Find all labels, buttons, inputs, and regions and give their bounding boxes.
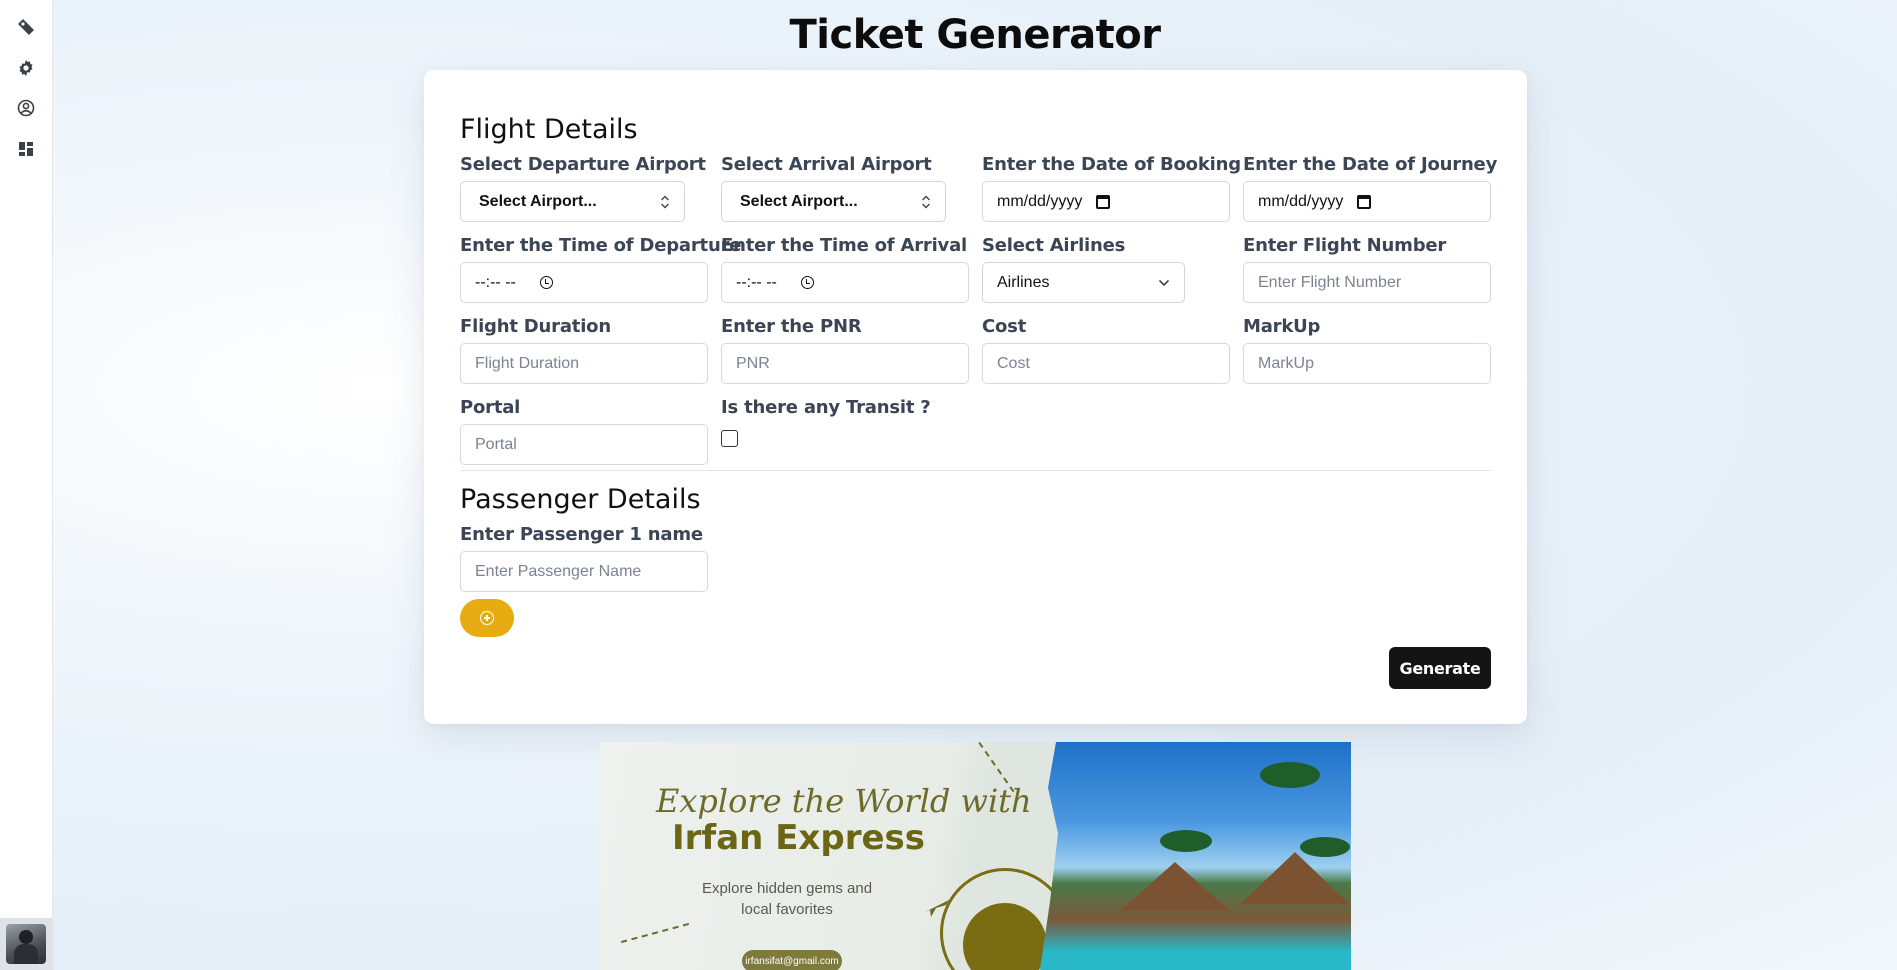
cost-input[interactable]: Cost [982,343,1230,384]
portal-field: Portal Portal [460,397,708,465]
booking-date-value: mm/dd/yyyy [997,192,1083,210]
arrival-time-field: Enter the Time of Arrival --:-- -- [721,235,969,303]
chevron-down-icon [1158,279,1170,286]
updown-chevron-icon [661,195,669,208]
journey-date-input[interactable]: mm/dd/yyyy [1243,181,1491,222]
airlines-field: Select Airlines Airlines [982,235,1230,303]
booking-date-field: Enter the Date of Booking mm/dd/yyyy [982,154,1241,222]
ticket-form-card: Flight Details Select Departure Airport … [424,70,1527,724]
flight-path-line [620,922,690,944]
passenger-name-placeholder: Enter Passenger Name [475,562,642,580]
pnr-input[interactable]: PNR [721,343,969,384]
airlines-label: Select Airlines [982,235,1126,256]
arrival-airport-value: Select Airport... [740,192,858,210]
passenger-name-field: Enter Passenger 1 name Enter Passenger N… [460,524,708,592]
sidebar [0,0,53,970]
journey-date-label: Enter the Date of Journey [1243,154,1498,175]
banner-subtitle: Explore hidden gems and local favorites [701,880,873,918]
palm-tree [1160,830,1212,852]
journey-date-field: Enter the Date of Journey mm/dd/yyyy [1243,154,1498,222]
arrival-time-input[interactable]: --:-- -- [721,262,969,303]
portal-label: Portal [460,397,521,418]
clock-icon[interactable] [800,276,814,289]
passenger-name-label: Enter Passenger 1 name [460,524,703,545]
arrival-time-label: Enter the Time of Arrival [721,235,968,256]
departure-airport-label: Select Departure Airport [460,154,706,175]
flight-duration-input[interactable]: Flight Duration [460,343,708,384]
plus-circle-icon [480,611,494,625]
banner-brand: Irfan Express [672,818,925,858]
page-title: Ticket Generator [789,12,1161,58]
palm-tree [1260,762,1320,788]
promo-banner: Explore the World with Irfan Express Exp… [600,742,1351,970]
banner-script-text: Explore the World with [656,782,1032,820]
calendar-icon[interactable] [1096,194,1111,209]
transit-label: Is there any Transit ? [721,397,931,418]
markup-placeholder: MarkUp [1258,354,1315,372]
flight-number-field: Enter Flight Number Enter Flight Number [1243,235,1491,303]
user-circle-icon[interactable] [14,96,38,120]
flight-duration-field: Flight Duration Flight Duration [460,316,708,384]
booking-date-label: Enter the Date of Booking [982,154,1241,175]
markup-field: MarkUp MarkUp [1243,316,1491,384]
passenger-name-input[interactable]: Enter Passenger Name [460,551,708,592]
markup-label: MarkUp [1243,316,1321,337]
pnr-label: Enter the PNR [721,316,862,337]
arrival-airport-field: Select Arrival Airport Select Airport... [721,154,969,222]
departure-time-value: --:-- -- [475,273,516,291]
portal-input[interactable]: Portal [460,424,708,465]
pnr-placeholder: PNR [736,354,770,372]
arrival-time-value: --:-- -- [736,273,777,291]
banner-email: irfansifat@gmail.com [742,950,842,970]
cost-label: Cost [982,316,1027,337]
departure-airport-value: Select Airport... [479,192,597,210]
airlines-value: Airlines [997,273,1050,291]
departure-time-field: Enter the Time of Departure --:-- -- [460,235,742,303]
markup-input[interactable]: MarkUp [1243,343,1491,384]
arrival-airport-label: Select Arrival Airport [721,154,932,175]
generate-button[interactable]: Generate [1389,647,1491,689]
updown-chevron-icon [922,195,930,208]
transit-checkbox[interactable] [721,430,738,447]
airplane-icon [925,900,949,917]
cost-placeholder: Cost [997,354,1030,372]
journey-date-value: mm/dd/yyyy [1258,192,1344,210]
avatar[interactable] [6,924,46,964]
portal-placeholder: Portal [475,435,517,453]
pnr-field: Enter the PNR PNR [721,316,969,384]
airlines-select[interactable]: Airlines [982,262,1185,303]
dashboard-icon[interactable] [14,137,38,161]
booking-date-input[interactable]: mm/dd/yyyy [982,181,1230,222]
palm-tree [1300,837,1350,857]
flight-number-label: Enter Flight Number [1243,235,1447,256]
arrival-airport-select[interactable]: Select Airport... [721,181,946,222]
transit-field: Is there any Transit ? [721,397,969,424]
cost-field: Cost Cost [982,316,1230,384]
flight-number-placeholder: Enter Flight Number [1258,273,1402,291]
departure-time-input[interactable]: --:-- -- [460,262,708,303]
passenger-details-title: Passenger Details [460,484,701,515]
section-divider [460,470,1491,471]
flight-duration-placeholder: Flight Duration [475,354,580,372]
flight-duration-label: Flight Duration [460,316,611,337]
departure-airport-select[interactable]: Select Airport... [460,181,685,222]
clock-icon[interactable] [539,276,553,289]
flight-number-input[interactable]: Enter Flight Number [1243,262,1491,303]
calendar-icon[interactable] [1357,194,1372,209]
departure-airport-field: Select Departure Airport Select Airport.… [460,154,708,222]
flight-details-title: Flight Details [460,114,638,145]
departure-time-label: Enter the Time of Departure [460,235,742,256]
add-passenger-button[interactable] [460,599,514,637]
gear-icon[interactable] [14,56,38,80]
